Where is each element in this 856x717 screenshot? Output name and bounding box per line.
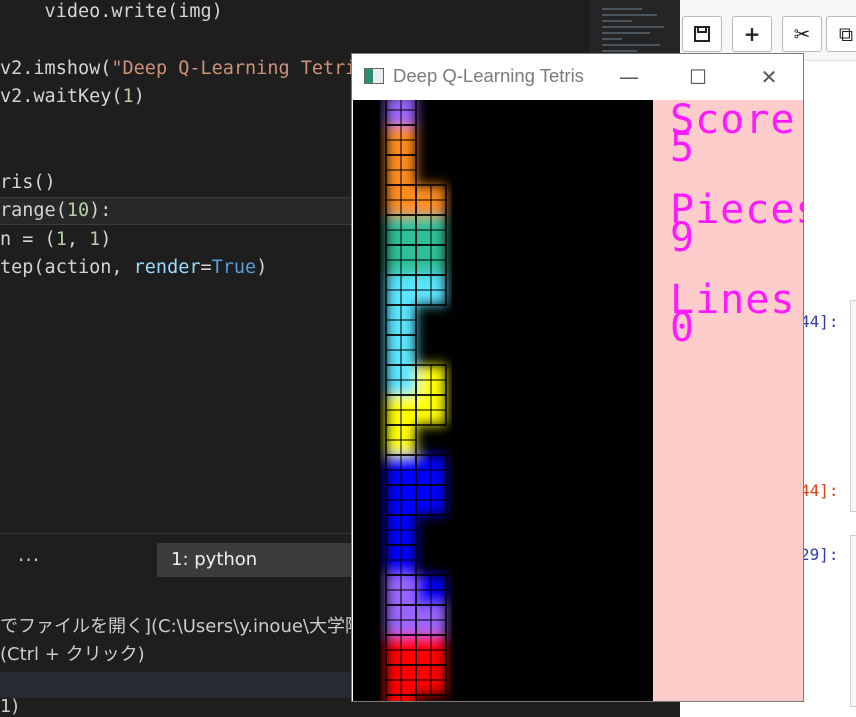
output-prompt: 44]: bbox=[800, 481, 839, 500]
code-token: 1 bbox=[122, 86, 134, 107]
notebook-cell[interactable] bbox=[850, 300, 856, 512]
code-token: v2.waitKey( bbox=[0, 86, 123, 107]
pieces-value: 9 bbox=[670, 215, 696, 261]
window-title: Deep Q-Learning Tetris bbox=[393, 65, 584, 86]
notebook-toolbar: + ✂ ⧉ bbox=[680, 0, 856, 61]
code-token: ): bbox=[89, 200, 112, 221]
input-prompt: 29]: bbox=[800, 545, 839, 564]
save-button[interactable] bbox=[682, 16, 722, 52]
code-token: ) bbox=[100, 229, 112, 250]
code-line: video.write(img) bbox=[0, 0, 223, 26]
copy-icon: ⧉ bbox=[838, 22, 854, 46]
tetris-board bbox=[353, 100, 653, 701]
score-panel: Score: 5 Pieces: 9 Lines: 0 bbox=[653, 100, 803, 701]
code-token: range( bbox=[0, 200, 67, 221]
minimap-line bbox=[602, 38, 622, 40]
close-button[interactable]: ✕ bbox=[749, 62, 789, 92]
code-token: ) bbox=[133, 86, 145, 107]
code-token: video.write(img) bbox=[0, 1, 223, 22]
code-line: v2.waitKey(1) bbox=[0, 83, 145, 111]
maximize-button[interactable]: ☐ bbox=[678, 62, 718, 92]
code-token: v2.imshow( bbox=[0, 58, 112, 79]
code-line: n = (1, 1) bbox=[0, 226, 111, 254]
terminal-hint-line: (Ctrl + クリック) bbox=[0, 644, 145, 665]
code-token: ) bbox=[256, 257, 268, 278]
minimap-line bbox=[602, 14, 657, 16]
window-title-bar[interactable]: Deep Q-Learning Tetris — ☐ ✕ bbox=[352, 54, 803, 100]
lines-value: 0 bbox=[670, 305, 696, 351]
terminal-output-line: 1) bbox=[0, 696, 19, 717]
add-cell-button[interactable]: + bbox=[732, 16, 772, 52]
minimap-line bbox=[602, 26, 664, 28]
save-icon bbox=[694, 26, 710, 42]
code-token: tep(action, bbox=[0, 257, 134, 278]
scissors-icon: ✂ bbox=[793, 22, 811, 46]
minimap-line bbox=[602, 20, 632, 22]
code-token: ris() bbox=[0, 172, 56, 193]
minimap-line bbox=[602, 8, 642, 10]
notebook-cell[interactable] bbox=[850, 535, 856, 707]
code-token: 1 bbox=[89, 229, 101, 250]
code-token: 10 bbox=[66, 200, 90, 221]
copy-button[interactable]: ⧉ bbox=[826, 16, 856, 52]
more-actions-button[interactable]: ··· bbox=[18, 548, 40, 572]
code-line: range(10): bbox=[0, 197, 111, 225]
code-token: n = ( bbox=[0, 229, 56, 250]
code-line: tep(action, render=True) bbox=[0, 254, 267, 282]
code-line: ris() bbox=[0, 169, 56, 197]
code-token: = bbox=[200, 257, 212, 278]
minimap-line bbox=[602, 32, 650, 34]
app-icon bbox=[364, 68, 384, 84]
tetris-window[interactable]: Deep Q-Learning Tetris — ☐ ✕ Score: 5 Pi… bbox=[351, 53, 804, 702]
cut-button[interactable]: ✂ bbox=[782, 16, 822, 52]
minimap-line bbox=[602, 50, 637, 52]
plus-icon: + bbox=[743, 22, 761, 46]
code-token: "Deep Q-Learning Tetris" bbox=[111, 58, 379, 79]
input-prompt: 44]: bbox=[800, 312, 839, 331]
score-value: 5 bbox=[670, 125, 696, 171]
code-token: , bbox=[66, 229, 90, 250]
minimize-button[interactable]: — bbox=[609, 62, 649, 92]
terminal-link-line[interactable]: でファイルを開く](C:\Users\y.inoue\大学院 bbox=[0, 612, 363, 638]
minimap-line bbox=[602, 44, 660, 46]
code-token: True bbox=[211, 257, 257, 278]
terminal-select[interactable]: 1: python bbox=[157, 543, 351, 577]
code-token: 1 bbox=[55, 229, 67, 250]
code-token: render bbox=[133, 257, 201, 278]
